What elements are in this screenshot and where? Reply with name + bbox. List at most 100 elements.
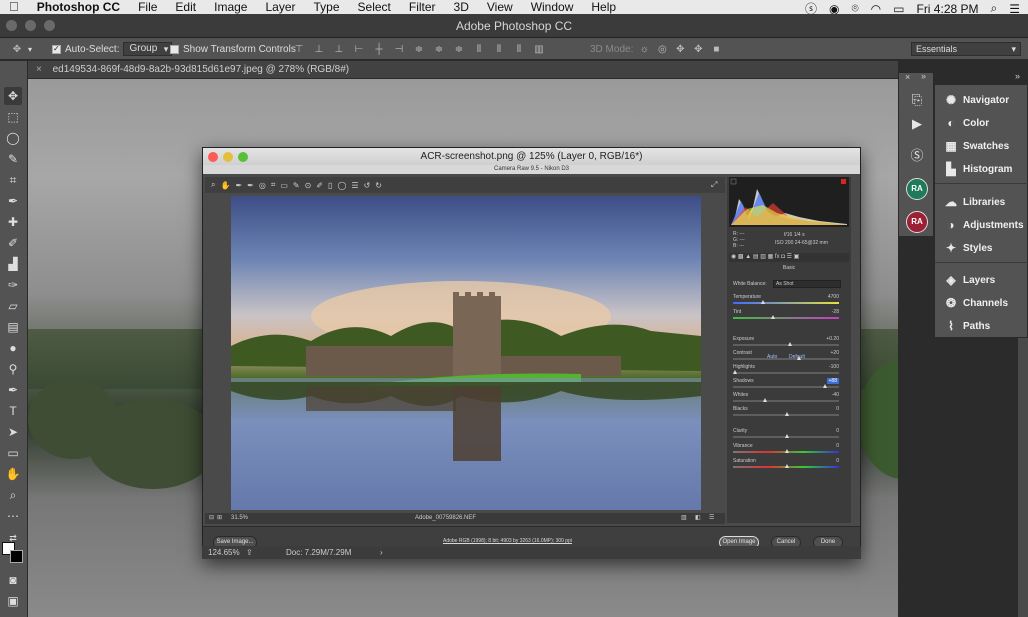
acr-target-adjust-icon[interactable]: ◎ (259, 181, 266, 190)
tone-curve-tab-icon[interactable]: ▩ (738, 254, 744, 260)
basic-tab-icon[interactable]: ◉ (731, 254, 736, 260)
acr-fullscreen-icon[interactable]: ⤢ (711, 180, 717, 190)
brush-tool-icon[interactable]: ✐ (4, 234, 22, 252)
close-document-icon[interactable]: × (36, 64, 42, 75)
apple-icon[interactable]:  (0, 0, 28, 14)
acr-preferences-icon[interactable]: ☰ (351, 181, 358, 190)
hsl-tab-icon[interactable]: ▤ (753, 254, 759, 260)
eyedropper-tool-icon[interactable]: ✒ (4, 192, 22, 210)
acr-color-sampler-icon[interactable]: ✒ (247, 181, 254, 190)
effects-tab-icon[interactable]: fx (775, 254, 780, 260)
collapse-panels-icon[interactable]: × (905, 72, 910, 82)
whites-slider[interactable]: Whites -40 (733, 392, 843, 405)
vibrance-slider[interactable]: Vibrance 0 (733, 443, 843, 456)
expand-panels-icon[interactable]: » (1015, 71, 1020, 81)
tint-slider[interactable]: Tint -28 (733, 309, 843, 322)
camera-calibration-tab-icon[interactable]: ◘ (781, 254, 785, 260)
actions-panel-icon[interactable]: ▶ (906, 113, 928, 135)
distribute-left-icon[interactable]: ⫴ (472, 44, 486, 55)
expand-panels-icon[interactable]: » (921, 71, 926, 81)
presets-tab-icon[interactable]: ☰ (787, 254, 792, 260)
type-tool-icon[interactable]: T (4, 402, 22, 420)
history-panel-icon[interactable]: ⎘ (906, 89, 928, 111)
acr-adjust-brush-icon[interactable]: ✐ (316, 181, 323, 190)
acr-zoom-icon[interactable]: ⌕ (211, 180, 215, 190)
menu-file[interactable]: File (129, 0, 166, 14)
auto-select-checkbox[interactable] (52, 44, 61, 54)
menu-type[interactable]: Type (305, 0, 349, 14)
detail-tab-icon[interactable]: ▲ (745, 254, 751, 260)
menu-image[interactable]: Image (205, 0, 256, 14)
healing-brush-tool-icon[interactable]: ✚ (4, 213, 22, 231)
acr-wb-icon[interactable]: ✒ (235, 181, 242, 190)
screen-mode-icon[interactable]: ▣ (4, 592, 22, 610)
slide-3d-icon[interactable]: ✥ (691, 44, 705, 55)
exposure-slider[interactable]: Exposure +0.20 (733, 336, 843, 349)
distribute-top-icon[interactable]: ≑ (412, 44, 426, 55)
acr-screenshot-window[interactable]: ACR-screenshot.png @ 125% (Layer 0, RGB/… (202, 147, 861, 559)
menu-edit[interactable]: Edit (166, 0, 205, 14)
blacks-slider[interactable]: Blacks 0 (733, 406, 843, 419)
acr-view-mode-icon[interactable]: ▥ (681, 513, 687, 524)
show-transform-checkbox[interactable] (170, 44, 179, 54)
panel-swatches[interactable]: ▦ Swatches (935, 135, 1028, 157)
distribute-vcenter-icon[interactable]: ≑ (432, 44, 446, 55)
quick-select-tool-icon[interactable]: ✎ (4, 150, 22, 168)
highlights-slider[interactable]: Highlights -100 (733, 364, 843, 377)
dodge-tool-icon[interactable]: ⚲ (4, 360, 22, 378)
acr-minimize-button[interactable] (223, 152, 233, 162)
acr-close-button[interactable] (208, 152, 218, 162)
menu-filter[interactable]: Filter (400, 0, 445, 14)
vertical-scrollbar[interactable] (1018, 338, 1028, 617)
acr-zoom-plus-icon[interactable]: ⊞ (217, 513, 222, 524)
clone-stamp-tool-icon[interactable]: ▟ (4, 255, 22, 273)
pen-tool-icon[interactable]: ✒ (4, 381, 22, 399)
distribute-right-icon[interactable]: ⫴ (512, 44, 526, 55)
align-right-icon[interactable]: ⊣ (392, 44, 406, 55)
panel-color[interactable]: ◐ Color (935, 112, 1028, 134)
history-brush-tool-icon[interactable]: ✑ (4, 276, 22, 294)
eraser-tool-icon[interactable]: ▱ (4, 297, 22, 315)
auto-align-icon[interactable]: ▥ (532, 44, 546, 55)
align-left-icon[interactable]: ⊢ (352, 44, 366, 55)
move-tool-icon[interactable]: ✥ (10, 44, 24, 55)
panel-adjustments[interactable]: ◑ Adjustments (935, 214, 1028, 236)
temperature-slider[interactable]: Temperature 4700 (733, 294, 843, 307)
orbit-3d-icon[interactable]: ☼ (637, 44, 651, 55)
align-hcenter-icon[interactable]: ┼ (372, 44, 386, 55)
distribute-hcenter-icon[interactable]: ⫴ (492, 44, 506, 55)
crop-tool-icon[interactable]: ⌗ (4, 171, 22, 189)
align-vcenter-icon[interactable]: ⊥ (312, 44, 326, 55)
acr-grad-filter-icon[interactable]: ▯ (328, 181, 332, 190)
menu-3d[interactable]: 3D (445, 0, 478, 14)
align-bottom-icon[interactable]: ⊥ (332, 44, 346, 55)
acr-zoom-minus-icon[interactable]: ⊟ (209, 513, 214, 524)
panel-histogram[interactable]: ▙ Histogram (935, 158, 1028, 180)
marquee-tool-icon[interactable]: ⬚ (4, 108, 22, 126)
gradient-tool-icon[interactable]: ▤ (4, 318, 22, 336)
acr-straighten-icon[interactable]: ▭ (280, 181, 288, 190)
panel-channels[interactable]: ❂ Channels (935, 292, 1028, 314)
workspace-dropdown[interactable]: Essentials (911, 42, 1021, 56)
saturation-slider[interactable]: Saturation 0 (733, 458, 843, 471)
acr-spot-removal-icon[interactable]: ✎ (293, 181, 300, 190)
acr-settings-icon[interactable]: ☰ (709, 513, 714, 524)
stock-panel-icon[interactable]: Ⓢ (906, 145, 928, 167)
status-zoom[interactable]: 124.65% (208, 546, 240, 559)
rectangle-tool-icon[interactable]: ▭ (4, 444, 22, 462)
zoom-tool-icon[interactable]: ⌕ (4, 486, 22, 504)
lasso-tool-icon[interactable]: ◯ (4, 129, 22, 147)
more-tools-icon[interactable]: ⋯ (4, 507, 22, 525)
tool-preset-chevron-icon[interactable]: ▾ (28, 45, 32, 54)
roll-3d-icon[interactable]: ◎ (655, 44, 669, 55)
clarity-slider[interactable]: Clarity 0 (733, 428, 843, 441)
lens-tab-icon[interactable]: ▦ (768, 254, 774, 260)
acr-zoom-button[interactable] (238, 152, 248, 162)
blur-tool-icon[interactable]: ● (4, 339, 22, 357)
app-menu[interactable]: Photoshop CC (28, 0, 129, 14)
white-balance-dropdown[interactable]: As Shot (773, 280, 841, 288)
acr-redeye-icon[interactable]: ⊙ (305, 181, 312, 190)
snapshots-tab-icon[interactable]: ▣ (794, 254, 800, 260)
workflow-options-link[interactable]: Adobe RGB (1998); 8 bit; 4903 by 3263 (1… (443, 538, 572, 544)
panel-navigator[interactable]: ✺ Navigator (935, 89, 1028, 111)
